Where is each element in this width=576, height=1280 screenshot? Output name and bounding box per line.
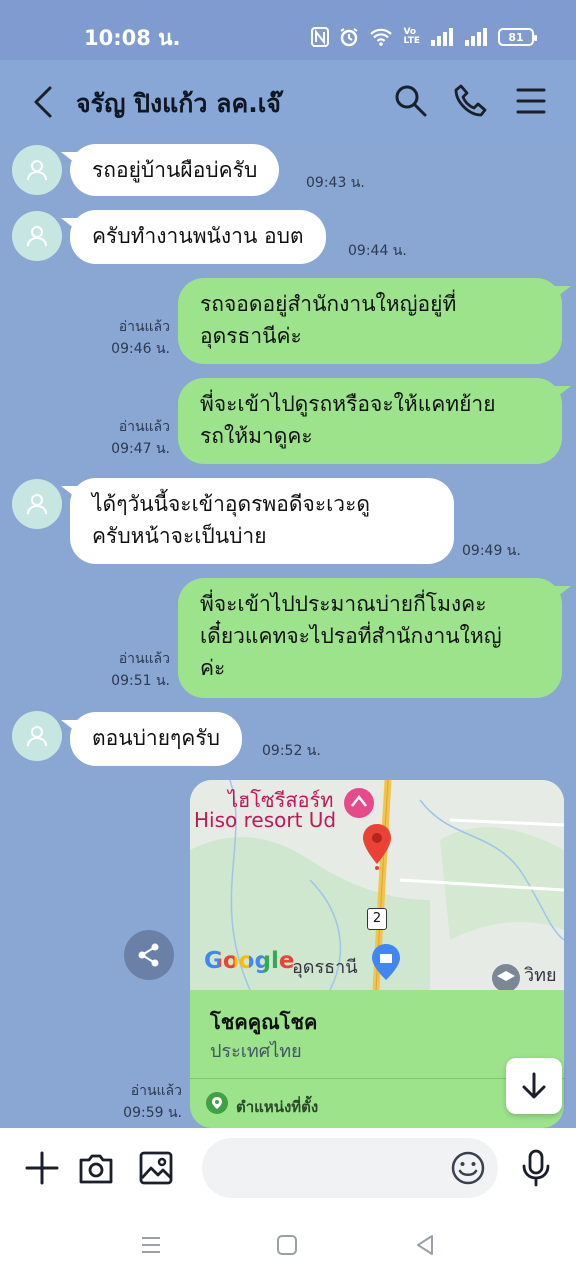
message-bubble-outgoing[interactable]: รถจอดอยู่สำนักงานใหญ่อยู่ที่ อุดรธานีค่ะ — [178, 278, 571, 364]
home-icon[interactable] — [274, 1232, 300, 1258]
message-line: พี่จะเข้าไปดูรถหรือจะให้แคทย้าย — [200, 392, 496, 416]
message-bubble-incoming[interactable]: รถอยู่บ้านผือบ่ครับ — [60, 144, 280, 196]
emoji-icon[interactable] — [450, 1150, 486, 1186]
message-time: 09:47 น. — [111, 441, 170, 457]
add-icon[interactable] — [22, 1148, 62, 1188]
back-icon[interactable] — [26, 82, 62, 122]
road-shield: 2 — [367, 908, 387, 930]
read-label: อ่านแล้ว — [118, 319, 170, 335]
scroll-to-bottom-button[interactable] — [506, 1058, 562, 1114]
signal-icon-1 — [431, 28, 453, 46]
map-city-label: อุดรธานี — [292, 957, 358, 978]
microphone-icon[interactable] — [516, 1148, 556, 1188]
camera-icon[interactable] — [76, 1148, 116, 1188]
phone-icon[interactable] — [452, 82, 490, 120]
status-bar: 10:08 น. Vo LTE 81 — [0, 0, 576, 60]
user-icon — [27, 494, 47, 515]
message-bubble-incoming[interactable]: ตอนบ่ายๆครับ — [61, 712, 242, 766]
read-label: อ่านแล้ว — [130, 1083, 182, 1099]
read-label: อ่านแล้ว — [118, 419, 170, 435]
message-line: อุดรธานีค่ะ — [200, 324, 302, 348]
message-time: 09:44 น. — [348, 243, 407, 259]
read-receipt: อ่านแล้ว 09:46 น. — [100, 316, 170, 360]
place-country: ประเทศไทย — [210, 1041, 302, 1062]
arrow-down-icon — [522, 1072, 546, 1099]
message-line: รถให้มาดูคะ — [200, 424, 313, 448]
search-icon[interactable] — [392, 82, 430, 120]
nfc-icon — [311, 27, 330, 47]
message-line: ครับหน้าจะเป็นบ่าย — [92, 524, 267, 548]
message-bubble-outgoing[interactable]: พี่จะเข้าไปดูรถหรือจะให้แคทย้าย รถให้มาด… — [178, 378, 571, 464]
message-line: ค่ะ — [200, 656, 226, 680]
avatar[interactable] — [12, 479, 62, 529]
location-link[interactable]: ตำแหน่งที่ตั้ง — [236, 1095, 318, 1119]
message-bubble-outgoing[interactable]: พี่จะเข้าไปประมาณบ่ายกี่โมงคะ เดี๋ยวแคทจ… — [178, 578, 571, 698]
message-time: 09:59 น. — [123, 1105, 182, 1121]
location-marker-icon — [206, 1092, 228, 1114]
signal-icon-2 — [465, 28, 487, 46]
share-icon — [138, 943, 159, 967]
user-icon — [27, 726, 47, 747]
message-line: เดี๋ยวแคทจะไปรอที่สำนักงานใหญ่ — [200, 624, 502, 648]
shopping-pin-icon — [372, 944, 400, 980]
user-icon — [27, 160, 47, 181]
message-bubble-incoming[interactable]: ได้ๆวันนี้จะเข้าอุดรพอดีจะเวะดู ครับหน้า… — [61, 478, 454, 564]
read-label: อ่านแล้ว — [118, 651, 170, 667]
message-bubble-incoming[interactable]: ครับทำงานพนังาน อบต — [61, 210, 326, 264]
battery-icon: 81 — [498, 28, 537, 46]
menu-icon[interactable] — [512, 82, 550, 120]
resort-pin-icon — [344, 788, 374, 818]
read-receipt: อ่านแล้ว 09:51 น. — [100, 648, 170, 692]
chat-title: จรัญ ปิงแก้ว ลค.เจ๊ — [76, 89, 281, 118]
battery-level: 81 — [508, 30, 524, 44]
wifi-icon — [370, 28, 393, 46]
map-city-label: วิทย — [524, 965, 557, 986]
message-time: 09:46 น. — [111, 341, 170, 357]
place-name: โชคคูณโชค — [210, 1010, 318, 1034]
message-time: 09:51 น. — [111, 673, 170, 689]
avatar[interactable] — [12, 211, 62, 261]
message-line: พี่จะเข้าไปประมาณบ่ายกี่โมงคะ — [200, 592, 487, 616]
map-poi-label: Hiso resort Ud — [194, 808, 337, 832]
alarm-icon — [340, 28, 359, 47]
message-line: ได้ๆวันนี้จะเข้าอุดรพอดีจะเวะดู — [92, 492, 370, 516]
read-receipt: อ่านแล้ว 09:59 น. — [112, 1080, 182, 1124]
share-button[interactable] — [124, 930, 174, 980]
recents-icon[interactable] — [138, 1232, 164, 1258]
location-pin-icon — [363, 824, 391, 870]
avatar[interactable] — [12, 711, 62, 761]
avatar[interactable] — [12, 145, 62, 195]
system-navigation-bar — [0, 1210, 576, 1280]
status-time: 10:08 น. — [84, 26, 181, 50]
volte-icon: Vo LTE — [403, 27, 420, 46]
message-time: 09:43 น. — [306, 175, 365, 191]
school-icon — [492, 964, 520, 990]
google-logo-text: Google — [204, 948, 295, 974]
map-preview[interactable]: ไฮโซรีสอร์ท Hiso resort Ud 2 Google อุดร… — [190, 780, 564, 990]
message-input-bar — [0, 1128, 576, 1210]
read-receipt: อ่านแล้ว 09:47 น. — [100, 416, 170, 460]
message-time: 09:49 น. — [462, 543, 521, 559]
message-line: รถจอดอยู่สำนักงานใหญ่อยู่ที่ — [200, 292, 457, 316]
google-logo: Google — [204, 948, 294, 974]
chat-header: จรัญ ปิงแก้ว ลค.เจ๊ — [0, 60, 576, 142]
message-time: 09:52 น. — [262, 743, 321, 759]
image-icon[interactable] — [136, 1148, 176, 1188]
user-icon — [27, 226, 47, 247]
back-nav-icon[interactable] — [412, 1232, 438, 1258]
status-icons: Vo LTE 81 — [311, 24, 537, 50]
